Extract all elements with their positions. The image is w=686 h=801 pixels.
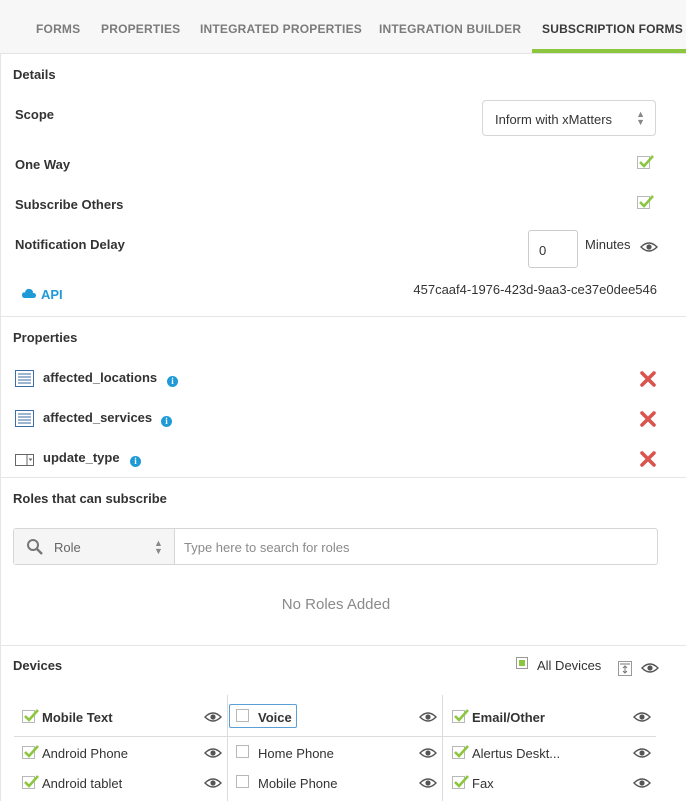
- divider: [0, 477, 686, 478]
- android-phone-checkbox[interactable]: [22, 745, 39, 759]
- device-group-email-other: Email/Other: [472, 710, 545, 725]
- eye-icon[interactable]: [204, 777, 222, 789]
- device-group-voice: Voice: [258, 710, 292, 725]
- subscribe-others-label: Subscribe Others: [15, 197, 124, 212]
- device-item: Android Phone: [42, 746, 129, 761]
- info-icon[interactable]: i: [130, 456, 141, 467]
- notification-delay-value: 0: [539, 243, 547, 258]
- active-tab-indicator: [532, 49, 686, 53]
- scope-value: Inform with xMatters: [495, 112, 613, 127]
- select-arrows-icon: ▲ ▼: [154, 538, 163, 556]
- list-property-icon: [15, 410, 34, 427]
- role-select[interactable]: Role ▲ ▼: [14, 529, 175, 564]
- dropdown-property-icon: [15, 454, 34, 466]
- api-key: 457caaf4-1976-423d-9aa3-ce37e0dee546: [413, 282, 657, 297]
- devices-title: Devices: [13, 658, 63, 673]
- eye-icon[interactable]: [640, 241, 658, 253]
- search-icon: [27, 539, 43, 555]
- fax-checkbox[interactable]: [452, 775, 469, 789]
- minutes-label: Minutes: [585, 237, 631, 252]
- info-icon[interactable]: i: [161, 416, 172, 427]
- properties-title: Properties: [13, 330, 78, 345]
- eye-icon[interactable]: [633, 711, 651, 723]
- api-link[interactable]: API: [41, 287, 63, 302]
- info-icon[interactable]: i: [167, 376, 178, 387]
- tab-properties[interactable]: PROPERTIES: [101, 22, 180, 36]
- device-item: Alertus Deskt...: [472, 746, 561, 761]
- device-item: Android tablet: [42, 776, 123, 791]
- expand-collapse-icon[interactable]: [618, 661, 632, 676]
- column-divider: [442, 695, 443, 801]
- eye-icon[interactable]: [419, 777, 437, 789]
- delete-icon[interactable]: [640, 451, 656, 467]
- eye-icon[interactable]: [641, 662, 659, 674]
- no-roles-text: No Roles Added: [281, 596, 391, 613]
- all-devices-checkbox[interactable]: [516, 657, 528, 669]
- column-divider: [227, 695, 228, 801]
- notification-delay-label: Notification Delay: [15, 237, 125, 252]
- role-search-bar: Role ▲ ▼ Type here to search for roles: [13, 528, 658, 565]
- home-phone-checkbox[interactable]: [236, 745, 249, 758]
- checkmark-icon: [24, 709, 39, 722]
- divider: [0, 316, 686, 317]
- tab-bar: FORMS PROPERTIES INTEGRATED PROPERTIES I…: [0, 0, 686, 54]
- eye-icon[interactable]: [633, 777, 651, 789]
- eye-icon[interactable]: [419, 747, 437, 759]
- notification-delay-input[interactable]: 0: [528, 230, 578, 268]
- role-search-input[interactable]: Type here to search for roles: [184, 540, 349, 555]
- one-way-label: One Way: [15, 157, 71, 172]
- mobile-phone-checkbox[interactable]: [236, 775, 249, 788]
- details-title: Details: [13, 67, 56, 82]
- divider: [0, 645, 686, 646]
- checkmark-icon: [454, 775, 469, 788]
- checkmark-icon: [454, 709, 469, 722]
- delete-icon[interactable]: [640, 411, 656, 427]
- device-item: Home Phone: [258, 746, 334, 761]
- cloud-icon: [22, 288, 36, 298]
- android-tablet-checkbox[interactable]: [22, 775, 39, 789]
- property-name: update_type: [43, 450, 120, 465]
- one-way-checkbox[interactable]: [637, 155, 654, 169]
- roles-title: Roles that can subscribe: [13, 491, 167, 506]
- eye-icon[interactable]: [633, 747, 651, 759]
- scope-select[interactable]: Inform with xMatters ▲ ▼: [482, 100, 656, 136]
- tab-subscription-forms[interactable]: SUBSCRIPTION FORMS: [542, 22, 683, 36]
- alertus-desktop-checkbox[interactable]: [452, 745, 469, 759]
- checkmark-icon: [454, 745, 469, 758]
- list-property-icon: [15, 370, 34, 387]
- device-item: Fax: [472, 776, 494, 791]
- panel-border: [0, 53, 1, 801]
- tab-integration-builder[interactable]: INTEGRATION BUILDER: [379, 22, 521, 36]
- email-other-checkbox[interactable]: [452, 709, 469, 723]
- select-arrows-icon: ▲ ▼: [636, 109, 645, 127]
- device-group-mobile-text: Mobile Text: [42, 710, 113, 725]
- delete-icon[interactable]: [640, 371, 656, 387]
- voice-checkbox[interactable]: [236, 709, 249, 722]
- all-devices-label: All Devices: [537, 658, 602, 673]
- tab-forms[interactable]: FORMS: [36, 22, 80, 36]
- device-item: Mobile Phone: [258, 776, 338, 791]
- eye-icon[interactable]: [204, 711, 222, 723]
- subscribe-others-checkbox[interactable]: [637, 195, 654, 209]
- eye-icon[interactable]: [419, 711, 437, 723]
- property-name: affected_services: [43, 410, 153, 425]
- role-select-value: Role: [54, 540, 81, 555]
- tab-integrated-properties[interactable]: INTEGRATED PROPERTIES: [200, 22, 362, 36]
- eye-icon[interactable]: [204, 747, 222, 759]
- property-name: affected_locations: [43, 370, 158, 385]
- scope-label: Scope: [15, 107, 55, 122]
- checkmark-icon: [639, 155, 654, 168]
- divider: [14, 736, 656, 737]
- checkmark-icon: [24, 775, 39, 788]
- checkmark-icon: [639, 195, 654, 208]
- checkmark-icon: [24, 745, 39, 758]
- mobile-text-checkbox[interactable]: [22, 709, 39, 723]
